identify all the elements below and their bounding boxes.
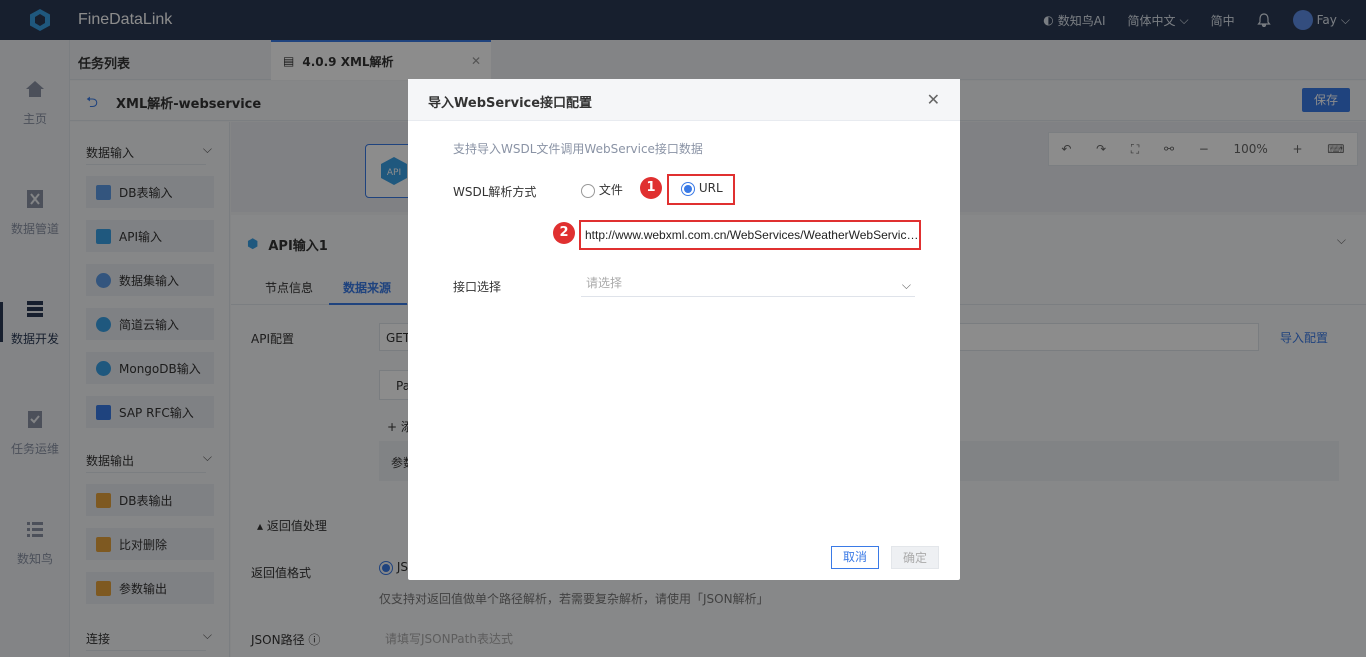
interface-placeholder: 请选择 — [586, 276, 623, 290]
interface-select-label: 接口选择 — [453, 280, 502, 294]
radio-selected-icon — [681, 181, 695, 196]
radio-file[interactable]: 文件 — [581, 181, 623, 198]
wsdl-url-input[interactable]: http://www.webxml.com.cn/WebServices/Wea… — [581, 222, 919, 248]
step-badge-2: 2 — [553, 222, 575, 244]
radio-file-label: 文件 — [598, 183, 623, 197]
interface-select[interactable]: 请选择 ⌵ — [581, 271, 915, 297]
radio-unselected-icon — [581, 183, 595, 198]
wsdl-method-label: WSDL解析方式 — [453, 185, 537, 199]
cancel-button[interactable]: 取消 — [831, 546, 879, 569]
dialog-header: 导入WebService接口配置 ✕ — [408, 79, 960, 121]
close-icon[interactable]: ✕ — [927, 90, 940, 109]
radio-url-label: URL — [698, 181, 723, 195]
dialog-title: 导入WebService接口配置 — [428, 96, 593, 111]
step-badge-1: 1 — [640, 177, 662, 199]
dialog-description: 支持导入WSDL文件调用WebService接口数据 — [453, 142, 703, 156]
chevron-down-icon: ⌵ — [901, 278, 911, 292]
webservice-import-dialog: 导入WebService接口配置 ✕ 支持导入WSDL文件调用WebServic… — [408, 79, 960, 580]
confirm-button[interactable]: 确定 — [891, 546, 939, 569]
radio-url[interactable]: URL — [681, 181, 723, 196]
